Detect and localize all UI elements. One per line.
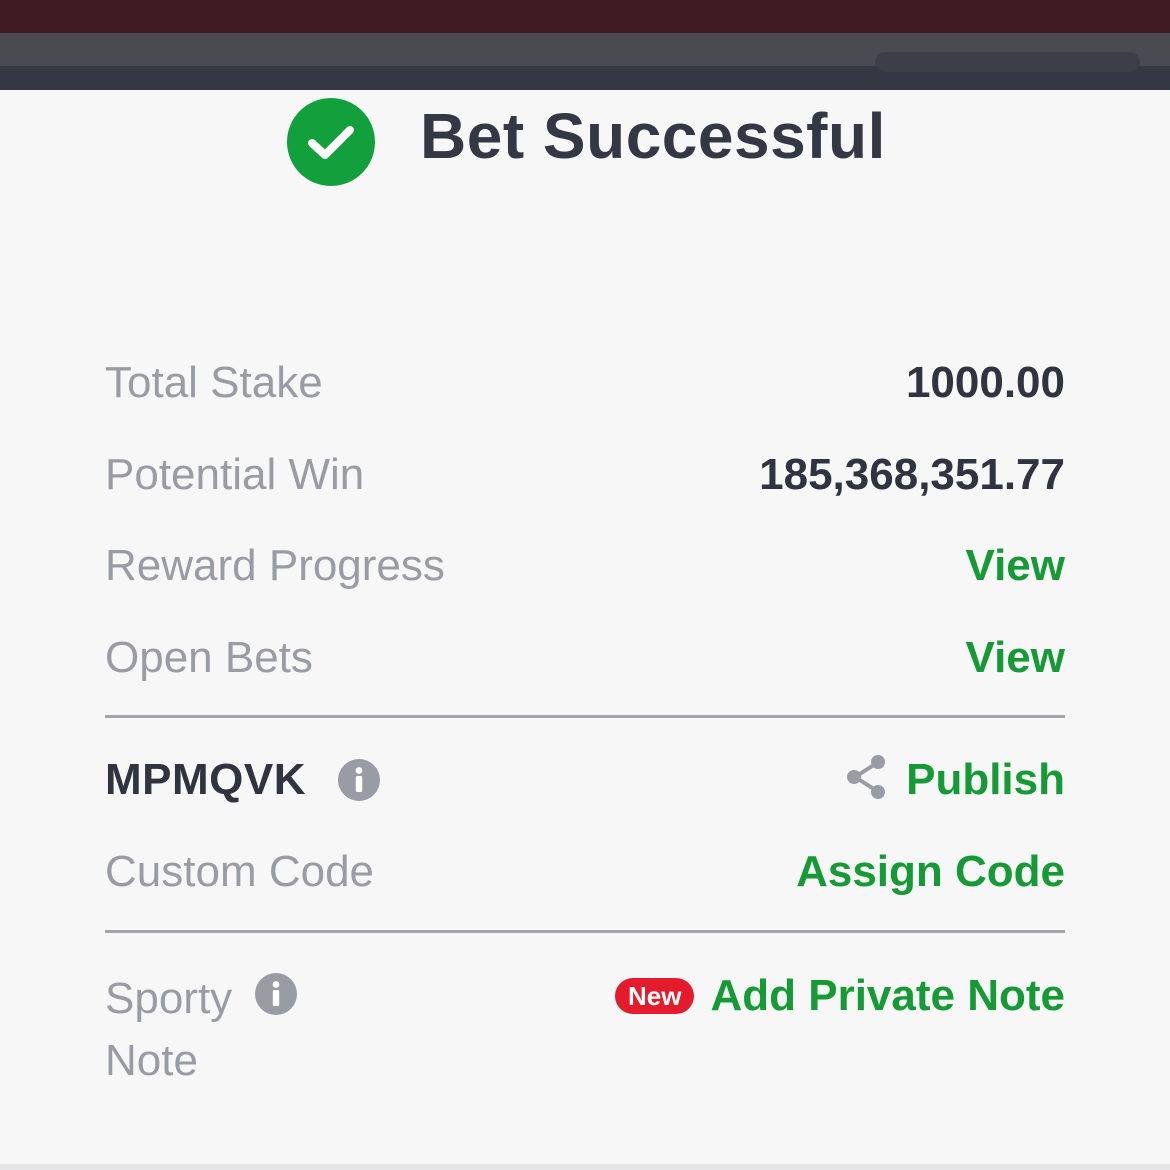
potential-win-value: 185,368,351.77 <box>759 450 1065 499</box>
add-private-note-button[interactable]: New Add Private Note <box>615 970 1065 1022</box>
booking-code-row: MPMQVK Publish <box>105 753 1065 806</box>
custom-code-row: Custom Code Assign Code <box>105 846 1065 898</box>
total-stake-value: 1000.00 <box>905 358 1065 407</box>
assign-code-link[interactable]: Assign Code <box>796 846 1065 898</box>
new-badge: New <box>615 978 695 1014</box>
divider <box>105 930 1065 933</box>
info-icon[interactable] <box>338 758 380 801</box>
potential-win-row: Potential Win 185,368,351.77 <box>105 449 1065 501</box>
reward-progress-label: Reward Progress <box>105 541 445 590</box>
open-bets-label: Open Bets <box>105 633 313 682</box>
total-stake-row: Total Stake 1000.00 <box>105 357 1065 409</box>
info-icon[interactable] <box>255 973 297 1015</box>
publish-button[interactable]: Publish <box>844 753 1065 806</box>
sporty-note-label: Sporty Note <box>105 974 233 1085</box>
publish-label: Publish <box>906 754 1065 804</box>
total-stake-label: Total Stake <box>105 358 323 407</box>
booking-code: MPMQVK <box>105 754 306 804</box>
share-icon <box>844 753 890 806</box>
custom-code-label: Custom Code <box>105 847 375 896</box>
open-bets-view-link[interactable]: View <box>966 632 1065 684</box>
open-bets-row: Open Bets View <box>105 632 1065 684</box>
potential-win-label: Potential Win <box>105 450 365 499</box>
app-top-bar <box>0 0 1170 33</box>
reward-progress-row: Reward Progress View <box>105 540 1065 592</box>
sheet-bottom-edge <box>0 1164 1170 1170</box>
check-circle-icon <box>287 98 375 186</box>
divider <box>105 715 1065 718</box>
reward-progress-view-link[interactable]: View <box>966 540 1065 592</box>
page-title: Bet Successful <box>420 100 886 172</box>
dimmed-background-control <box>875 52 1140 72</box>
add-private-note-label: Add Private Note <box>710 971 1065 1020</box>
